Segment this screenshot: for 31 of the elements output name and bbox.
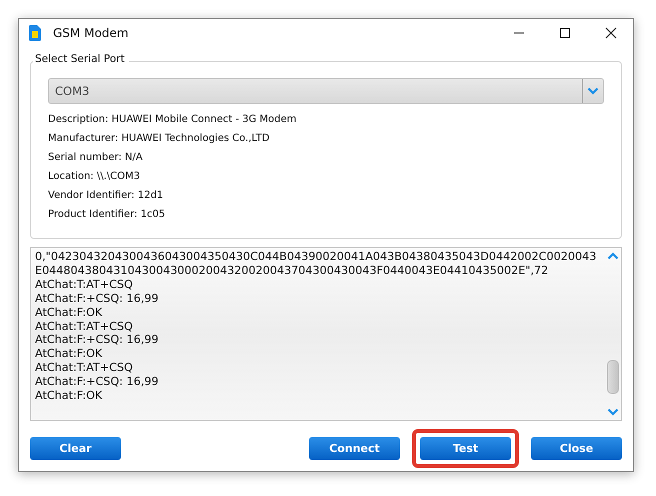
- close-icon[interactable]: [605, 27, 617, 39]
- log-textarea[interactable]: [30, 247, 622, 421]
- port-dropdown[interactable]: COM3: [48, 78, 604, 104]
- log-line: AtChat:F:OK: [35, 389, 104, 403]
- log-line: AtChat:T:AT+CSQ: [35, 278, 134, 292]
- action-button[interactable]: Connect: [309, 437, 400, 460]
- action-button[interactable]: Close: [531, 437, 622, 460]
- log-line: AtChat:F:+CSQ: 16,99: [35, 333, 160, 348]
- log-line: AtChat:F:+CSQ: 16,99: [35, 375, 160, 390]
- log-line: AtChat:T:AT+CSQ: [35, 320, 134, 334]
- group-label: Select Serial Port: [33, 53, 129, 65]
- scroll-down-icon[interactable]: [607, 408, 619, 416]
- scroll-thumb[interactable]: [607, 360, 619, 394]
- port-detail-text: Location: \\.\COM3: [48, 170, 141, 184]
- maximize-icon[interactable]: [559, 27, 571, 39]
- log-line: AtChat:T:AT+CSQ: [35, 361, 134, 376]
- log-line: AtChat:F:OK: [35, 306, 104, 320]
- port-detail-text: Description: HUAWEI Mobile Connect - 3G Modem: [48, 113, 298, 127]
- action-button[interactable]: Clear: [30, 437, 121, 460]
- log-line: AtChat:F:+CSQ: 16,99: [35, 292, 160, 306]
- port-detail-text: Vendor Identifier: 12d1: [48, 189, 164, 203]
- log-line: AtChat:F:OK: [35, 347, 104, 362]
- chevron-down-icon: [587, 87, 599, 95]
- action-button[interactable]: Test: [420, 437, 511, 460]
- scroll-up-icon[interactable]: [607, 252, 619, 260]
- port-detail-text: Serial number: N/A: [48, 151, 144, 165]
- sim-card-icon: [29, 25, 41, 41]
- log-line: 0,"0423043204300436043004350430C044B04390020041A043B04380435043D0442002C0020043E04480438043104300430002004320020043704300430043F0440043E04410435002E",72: [35, 250, 598, 278]
- port-detail-text: Manufacturer: HUAWEI Technologies Co.,LTD: [48, 132, 271, 146]
- window-title: GSM Modem: [53, 26, 128, 40]
- port-detail-text: Product Identifier: 1c05: [48, 208, 166, 222]
